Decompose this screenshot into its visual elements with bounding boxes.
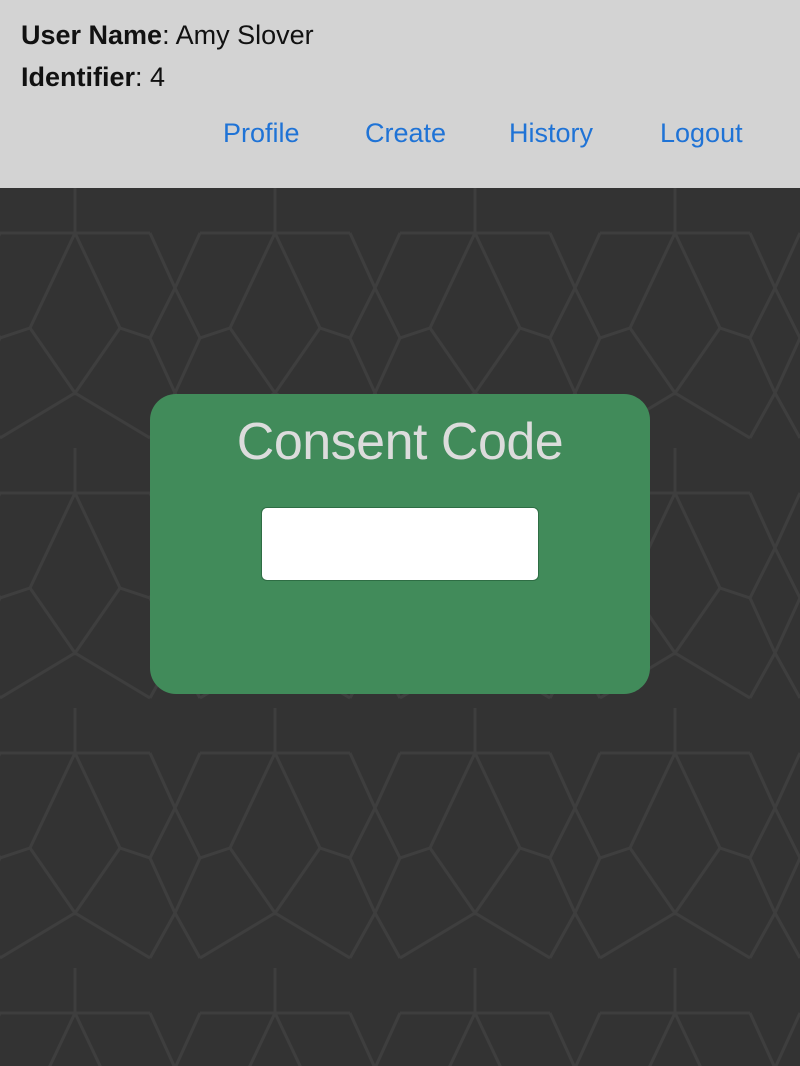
nav-history-link[interactable]: History — [509, 118, 593, 149]
identifier-value: 4 — [150, 62, 166, 92]
nav-profile-link[interactable]: Profile — [223, 118, 300, 149]
identifier-label: Identifier — [21, 62, 136, 92]
identifier-line: Identifier: 4 — [21, 62, 165, 93]
user-name-line: User Name: Amy Slover — [21, 20, 314, 51]
nav-create-link[interactable]: Create — [365, 118, 446, 149]
code-digit-1-input[interactable] — [262, 508, 538, 580]
user-name-value: Amy Slover — [175, 20, 314, 50]
user-header: User Name: Amy Slover Identifier: 4 Prof… — [0, 0, 800, 188]
user-name-colon: : — [162, 20, 176, 50]
consent-code-title: Consent Code — [236, 413, 564, 471]
consent-code-input-group — [261, 507, 539, 581]
consent-code-card: Consent Code — [150, 394, 650, 694]
user-name-label: User Name — [21, 20, 163, 50]
identifier-colon: : — [135, 62, 151, 92]
nav-logout-link[interactable]: Logout — [660, 118, 743, 149]
main-content: Consent Code — [0, 188, 800, 1066]
